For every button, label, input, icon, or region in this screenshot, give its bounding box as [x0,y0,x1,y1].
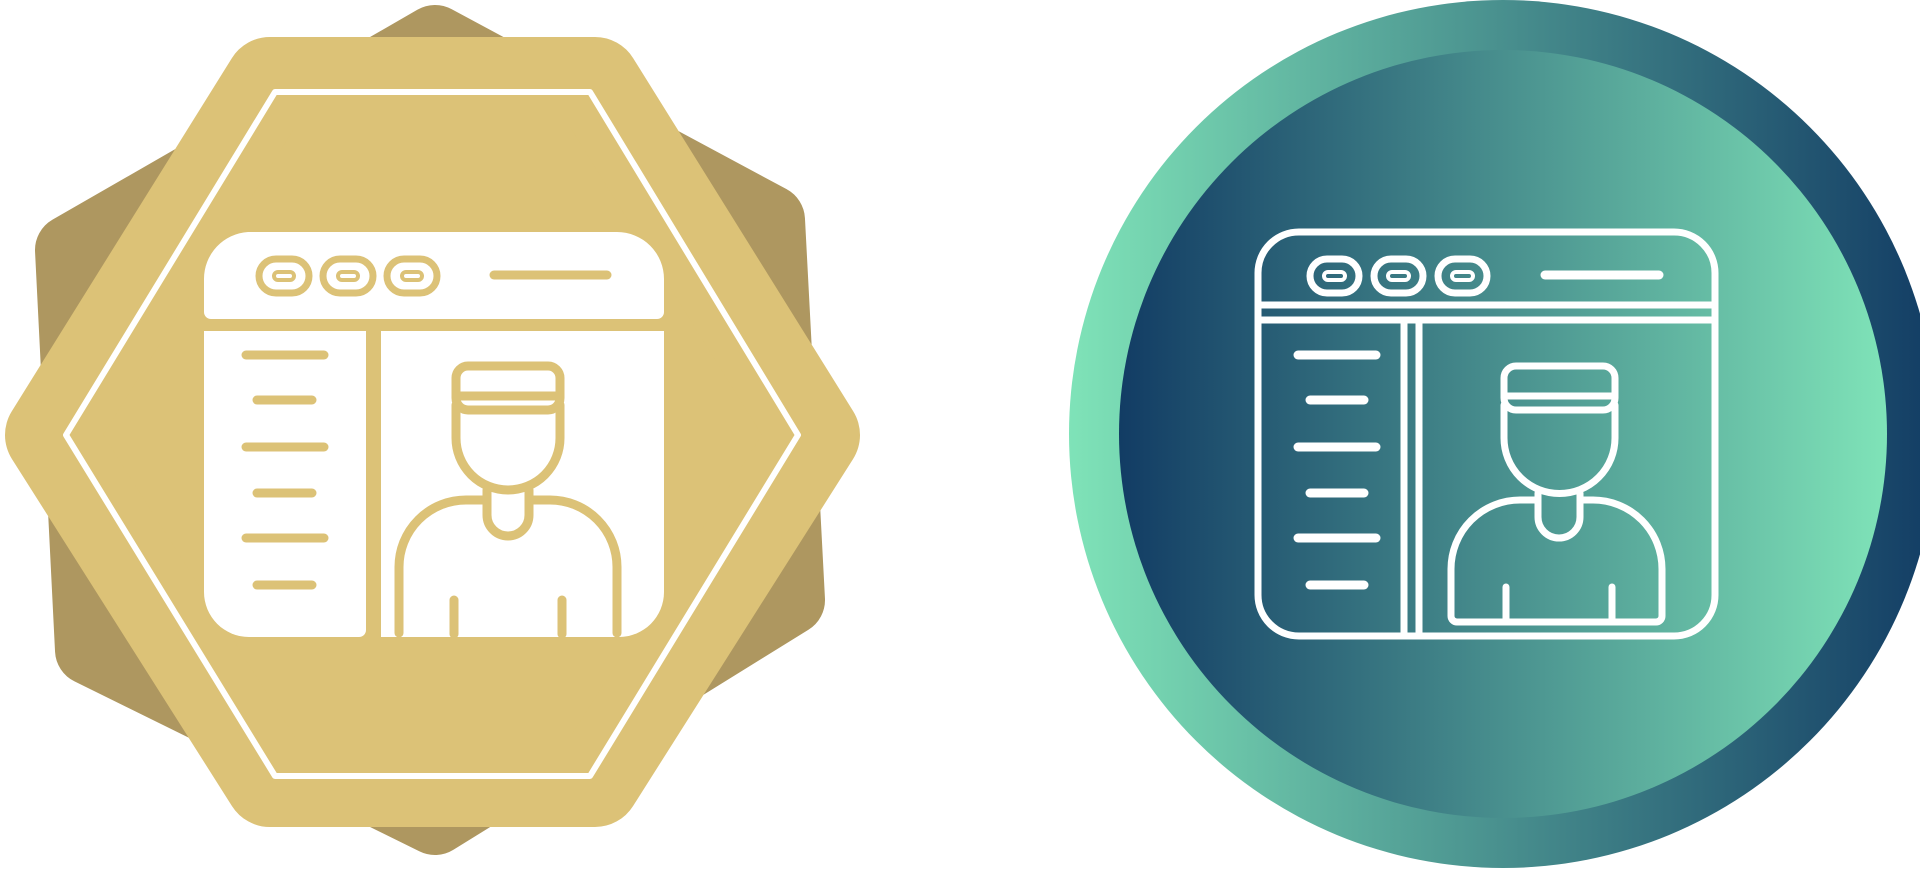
icon-canvas [0,0,1920,869]
icon-pair-artwork [5,0,1920,868]
circle-badge [1069,0,1920,868]
browser-sidebar-panel [204,331,366,637]
browser-user-profile-icon [203,232,665,639]
